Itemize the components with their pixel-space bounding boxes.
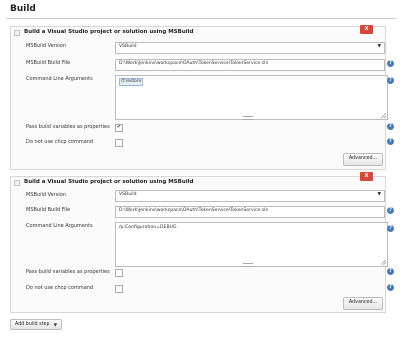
msbuild-version-label: MSBuild Version — [26, 192, 67, 198]
section-title: Build — [10, 4, 36, 14]
textarea-resize-bar[interactable] — [243, 263, 253, 267]
build-step-panel-1: Build a Visual Studio project or solutio… — [10, 25, 394, 170]
chevron-down-icon: ▼ — [377, 192, 381, 197]
msbuild-version-select[interactable]: VSBuild ▼ — [115, 190, 385, 202]
help-icon[interactable]: ? — [387, 60, 394, 67]
pass-vars-label: Pass build variables as properties — [26, 269, 110, 275]
msbuild-version-value: VSBuild — [119, 44, 137, 49]
drag-handle-icon[interactable] — [14, 180, 20, 186]
delete-step-button[interactable]: X — [360, 172, 373, 181]
help-icon[interactable]: ? — [387, 77, 394, 84]
msbuild-file-input[interactable]: D:\Work\Jenkins\workspace\OAuth\TokenSer… — [115, 206, 385, 218]
resize-grip-icon[interactable] — [381, 260, 386, 265]
help-icon[interactable]: ? — [387, 225, 394, 232]
command-args-value: /t:restore — [119, 78, 144, 86]
build-step-panel-2: Build a Visual Studio project or solutio… — [10, 172, 394, 313]
chevron-down-icon: ▼ — [377, 44, 381, 49]
msbuild-file-label: MSBuild Build File — [26, 207, 71, 213]
step-title: Build a Visual Studio project or solutio… — [24, 29, 194, 35]
msbuild-file-label: MSBuild Build File — [26, 60, 71, 66]
section-divider — [6, 18, 396, 19]
help-icon[interactable]: ? — [387, 138, 394, 145]
msbuild-version-value: VSBuild — [119, 192, 137, 197]
chcp-label: Do not use chcp command — [26, 285, 94, 291]
command-args-label: Command Line Arguments — [26, 76, 93, 82]
chcp-label: Do not use chcp command — [26, 139, 94, 145]
advanced-button[interactable]: Advanced... — [343, 153, 383, 166]
drag-handle-icon[interactable] — [14, 30, 20, 36]
help-icon[interactable]: ? — [387, 207, 394, 214]
textarea-resize-bar[interactable] — [243, 116, 253, 120]
help-icon[interactable]: ? — [387, 268, 394, 275]
add-build-step-button[interactable]: Add build step ▼ — [10, 319, 62, 330]
msbuild-version-label: MSBuild Version — [26, 43, 67, 49]
msbuild-version-select[interactable]: VSBuild ▼ — [115, 42, 385, 54]
pass-vars-label: Pass build variables as properties — [26, 124, 110, 130]
chcp-checkbox[interactable] — [115, 285, 123, 293]
add-build-step-label: Add build step — [15, 322, 50, 327]
chevron-down-icon: ▼ — [53, 322, 57, 327]
step-title: Build a Visual Studio project or solutio… — [24, 179, 194, 185]
advanced-button[interactable]: Advanced... — [343, 297, 383, 310]
delete-step-button[interactable]: X — [360, 25, 373, 34]
help-icon[interactable]: ? — [387, 284, 394, 291]
command-args-textarea[interactable]: /p:Configuration=DEBUG — [115, 222, 388, 267]
msbuild-file-input[interactable]: D:\Work\Jenkins\workspace\OAuth\TokenSer… — [115, 59, 385, 71]
pass-vars-checkbox[interactable] — [115, 269, 123, 277]
resize-grip-icon[interactable] — [381, 113, 386, 118]
command-args-label: Command Line Arguments — [26, 223, 93, 229]
pass-vars-checkbox[interactable]: ✔ — [115, 124, 123, 132]
command-args-value: /p:Configuration=DEBUG — [119, 225, 177, 230]
help-icon[interactable]: ? — [387, 123, 394, 130]
command-args-textarea[interactable]: /t:restore — [115, 75, 388, 120]
chcp-checkbox[interactable] — [115, 139, 123, 147]
